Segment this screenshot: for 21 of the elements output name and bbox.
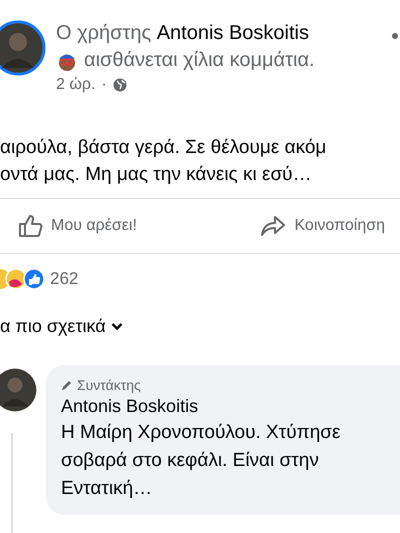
feeling-text: αισθάνεται χίλια κομμάτια. bbox=[84, 49, 315, 72]
globe-icon bbox=[112, 78, 127, 92]
thumbs-up-icon bbox=[17, 213, 43, 239]
post-time[interactable]: 2 ώρ. bbox=[56, 76, 96, 94]
chevron-down-icon bbox=[110, 322, 123, 331]
share-arrow-icon bbox=[260, 213, 286, 239]
role-label: Συντάκτης bbox=[77, 377, 141, 393]
user-avatar[interactable] bbox=[0, 20, 46, 76]
comment-text: Η Μαίρη Χρονοπούλου. Χτύπησε σοβαρά στο κεφάλι. Είναι στην Εντατική… bbox=[61, 421, 342, 501]
reaction-count[interactable]: 262 bbox=[50, 269, 78, 289]
share-button[interactable]: Κοινοποίηση bbox=[260, 213, 385, 239]
pencil-icon bbox=[61, 380, 72, 390]
separator-dot: · bbox=[101, 76, 107, 94]
reaction-emojis-icon bbox=[0, 268, 46, 290]
post-header-text: Ο χρήστης Antonis Boskoitis bbox=[56, 22, 310, 45]
like-button[interactable]: Μου αρέσει! bbox=[17, 213, 137, 239]
post-text: αιρούλα, βάστα γερά. Σε θέλουμε ακόμ οντά μας. Μη μας την κάνεις κι εσύ… bbox=[0, 136, 328, 187]
commenter-avatar[interactable] bbox=[0, 367, 38, 413]
more-icon[interactable] bbox=[392, 33, 398, 39]
comment-author[interactable]: Antonis Boskoitis bbox=[61, 396, 388, 417]
sort-dropdown[interactable]: α πιο σχετικά bbox=[0, 316, 123, 337]
